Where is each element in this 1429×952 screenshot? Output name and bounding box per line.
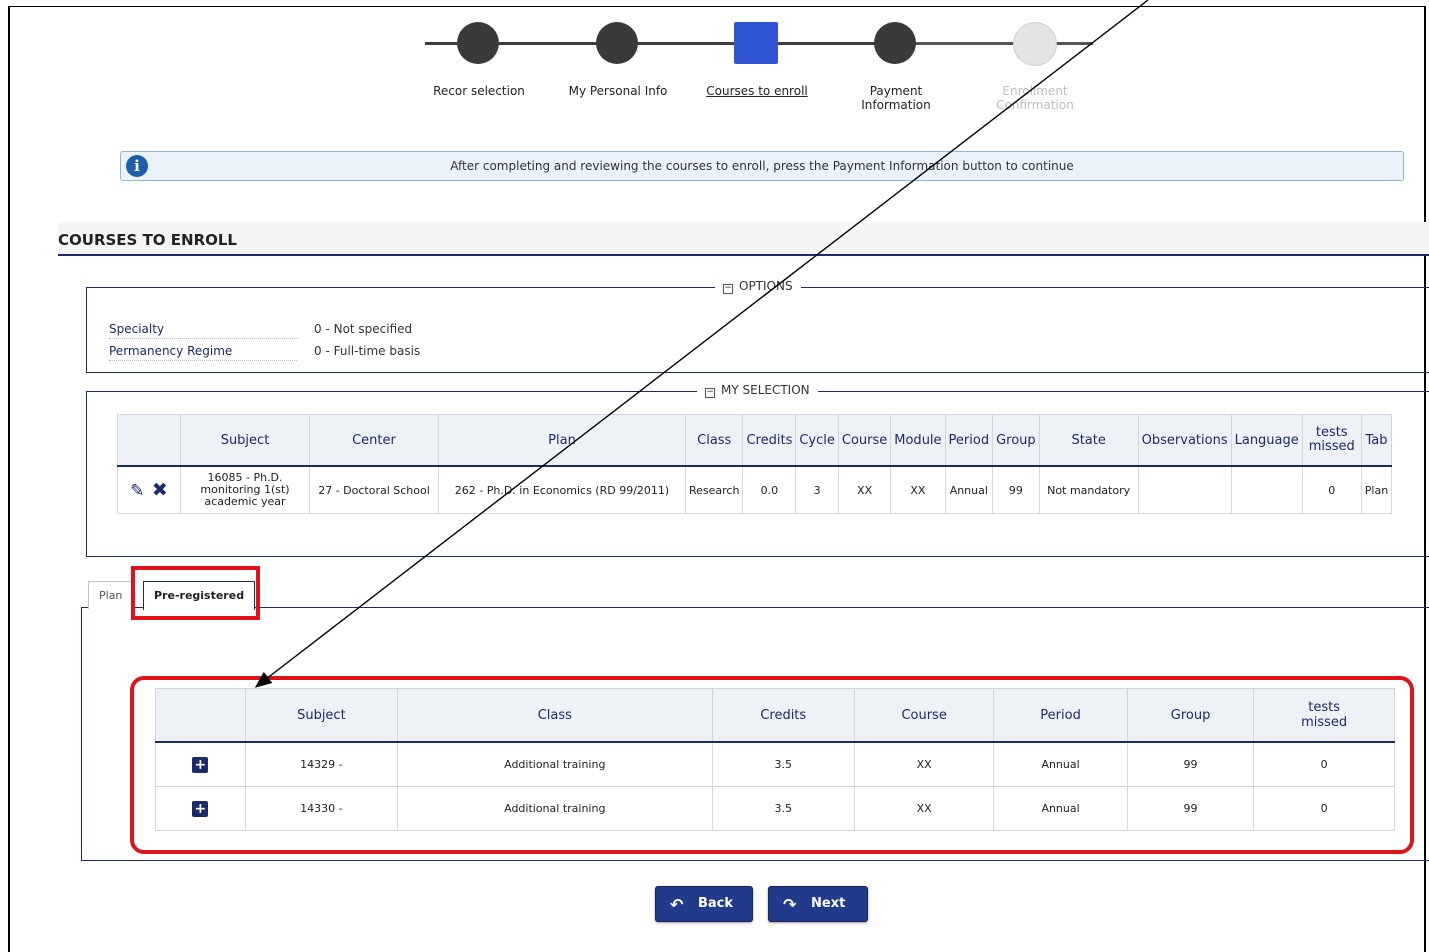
annotation-arrow [254, 0, 1149, 688]
back-button[interactable]: ↶ Back [655, 886, 753, 922]
next-button[interactable]: ↷ Next [768, 886, 868, 922]
next-arrow-icon: ↷ [783, 895, 797, 914]
back-arrow-icon: ↶ [670, 895, 684, 914]
